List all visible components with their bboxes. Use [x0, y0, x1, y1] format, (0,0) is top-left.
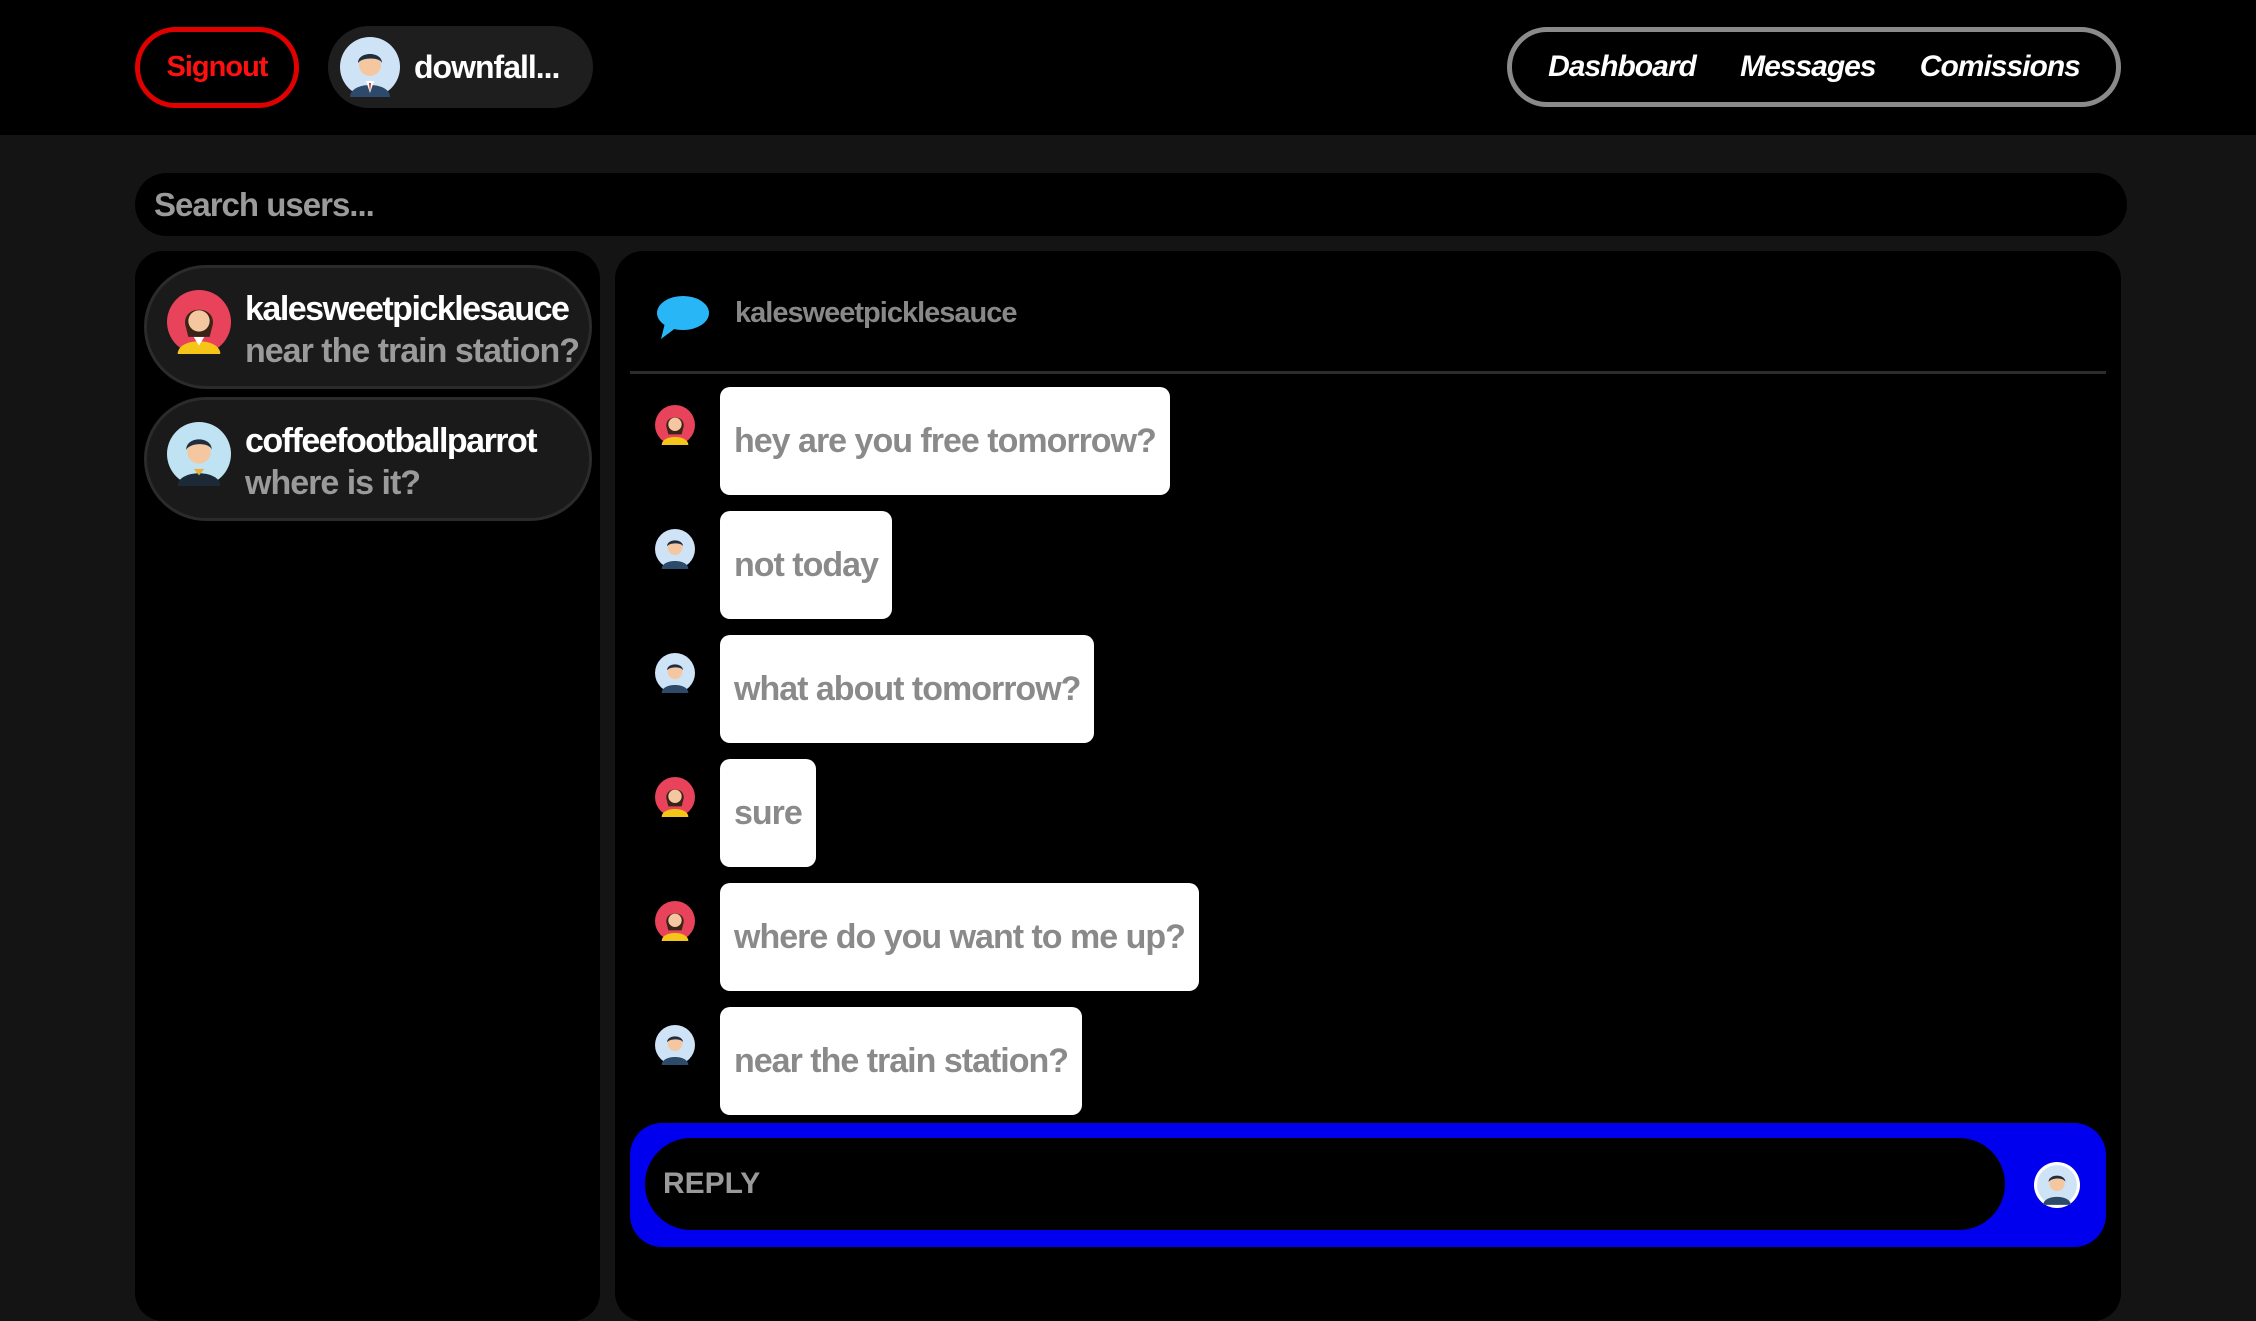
chat-divider	[630, 371, 2106, 374]
conversation-item[interactable]: kalesweetpicklesauce near the train stat…	[144, 265, 592, 389]
top-bar: Signout downfall... Dashboard Messages C…	[0, 0, 2256, 135]
user-avatar-icon	[340, 37, 400, 97]
message-row: what about tomorrow?	[615, 635, 2015, 745]
message-row: near the train station?	[615, 1007, 2015, 1117]
message-bubble: sure	[720, 759, 816, 867]
conversation-preview: where is it?	[245, 464, 421, 502]
current-user-chip[interactable]: downfall...	[328, 26, 593, 108]
reply-input[interactable]	[645, 1138, 2005, 1230]
male-avatar-icon	[167, 422, 231, 486]
speech-bubble-icon	[655, 293, 711, 346]
main-nav: Dashboard Messages Comissions	[1507, 27, 2121, 107]
message-bubble: hey are you free tomorrow?	[720, 387, 1170, 495]
male-avatar-icon	[655, 529, 695, 569]
male-avatar-icon	[655, 653, 695, 693]
message-bubble: what about tomorrow?	[720, 635, 1095, 743]
signout-button[interactable]: Signout	[135, 27, 299, 108]
search-users-input[interactable]	[135, 173, 2127, 236]
male-avatar-icon	[655, 1025, 695, 1065]
female-avatar-icon	[655, 901, 695, 941]
message-bubble: not today	[720, 511, 892, 619]
conversation-list: kalesweetpicklesauce near the train stat…	[135, 251, 600, 1321]
nav-comissions[interactable]: Comissions	[1920, 50, 2081, 84]
conversation-preview: near the train station?	[245, 332, 580, 370]
message-row: where do you want to me up?	[615, 883, 2015, 993]
message-row: sure	[615, 759, 2015, 869]
current-username: downfall...	[414, 48, 560, 85]
female-avatar-icon	[655, 405, 695, 445]
female-avatar-icon	[655, 777, 695, 817]
message-bubble: near the train station?	[720, 1007, 1083, 1115]
nav-messages[interactable]: Messages	[1740, 50, 1876, 84]
message-bubble: where do you want to me up?	[720, 883, 1199, 991]
message-row: hey are you free tomorrow?	[615, 387, 2015, 497]
chat-panel: kalesweetpicklesauce hey are you free to…	[615, 251, 2121, 1321]
message-row: not today	[615, 511, 2015, 621]
conversation-name: coffeefootballparrot	[245, 422, 538, 460]
reply-bar	[630, 1123, 2106, 1247]
conversation-name: kalesweetpicklesauce	[245, 290, 570, 328]
send-avatar-icon[interactable]	[2034, 1162, 2080, 1208]
chat-partner-name: kalesweetpicklesauce	[735, 297, 1017, 329]
nav-dashboard[interactable]: Dashboard	[1548, 50, 1697, 84]
conversation-item[interactable]: coffeefootballparrot where is it?	[144, 397, 592, 521]
female-avatar-icon	[167, 290, 231, 354]
